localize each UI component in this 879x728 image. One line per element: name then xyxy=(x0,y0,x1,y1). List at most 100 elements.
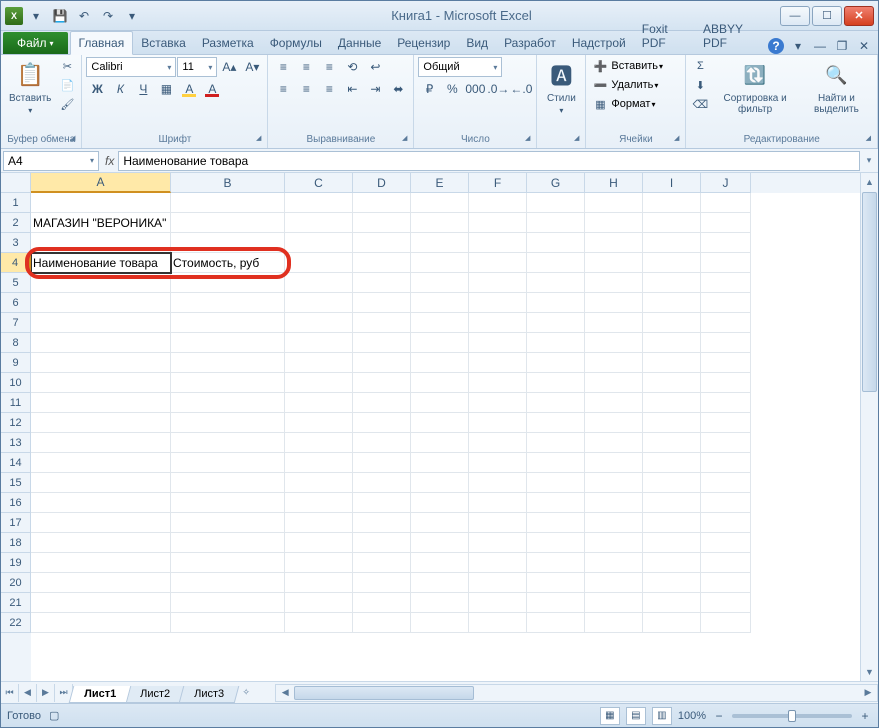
column-header[interactable]: E xyxy=(411,173,469,193)
cell[interactable] xyxy=(411,253,469,273)
cell[interactable] xyxy=(285,533,353,553)
cell[interactable] xyxy=(285,473,353,493)
cell[interactable] xyxy=(171,513,285,533)
cell[interactable]: Наименование товара xyxy=(31,253,171,273)
cell[interactable] xyxy=(701,353,751,373)
cell[interactable] xyxy=(469,233,527,253)
format-painter-icon[interactable]: 🖌 xyxy=(57,95,77,113)
cell[interactable] xyxy=(353,333,411,353)
cell[interactable] xyxy=(285,553,353,573)
undo-icon[interactable]: ↶ xyxy=(73,5,95,27)
formula-expand-icon[interactable]: ▾ xyxy=(860,155,878,166)
cell[interactable] xyxy=(469,473,527,493)
row-header[interactable]: 9 xyxy=(1,353,31,373)
italic-button[interactable]: К xyxy=(109,79,131,99)
cell[interactable] xyxy=(31,353,171,373)
cell[interactable] xyxy=(285,233,353,253)
cell[interactable] xyxy=(353,313,411,333)
cell[interactable] xyxy=(469,573,527,593)
cell[interactable] xyxy=(31,373,171,393)
currency-icon[interactable]: ₽ xyxy=(418,79,440,99)
cell[interactable] xyxy=(285,353,353,373)
cell[interactable] xyxy=(585,433,643,453)
cell[interactable] xyxy=(643,233,701,253)
delete-cells-button[interactable]: ➖Удалить▾ xyxy=(590,76,658,94)
cell[interactable] xyxy=(285,513,353,533)
cell[interactable] xyxy=(171,353,285,373)
cell[interactable] xyxy=(411,473,469,493)
column-header[interactable]: I xyxy=(643,173,701,193)
cell[interactable] xyxy=(411,573,469,593)
cell[interactable] xyxy=(701,493,751,513)
cell[interactable] xyxy=(527,193,585,213)
cell[interactable] xyxy=(31,313,171,333)
bold-button[interactable]: Ж xyxy=(86,79,108,99)
cell[interactable] xyxy=(585,393,643,413)
cell[interactable] xyxy=(585,373,643,393)
cell[interactable] xyxy=(31,193,171,213)
cell[interactable] xyxy=(411,553,469,573)
cell[interactable] xyxy=(527,333,585,353)
cell[interactable] xyxy=(285,493,353,513)
scroll-left-icon[interactable]: ◀ xyxy=(276,687,294,698)
cell[interactable] xyxy=(469,373,527,393)
cell[interactable] xyxy=(285,193,353,213)
cell[interactable] xyxy=(171,193,285,213)
sort-filter-button[interactable]: 🔃 Сортировка и фильтр xyxy=(712,57,797,117)
cell[interactable] xyxy=(527,233,585,253)
cell[interactable] xyxy=(353,273,411,293)
cell[interactable] xyxy=(171,573,285,593)
cell[interactable] xyxy=(469,613,527,633)
cell[interactable] xyxy=(527,493,585,513)
cell[interactable] xyxy=(527,213,585,233)
cell[interactable] xyxy=(643,453,701,473)
cell[interactable] xyxy=(31,453,171,473)
ribbon-tab[interactable]: Вид xyxy=(458,32,496,54)
row-header[interactable]: 7 xyxy=(1,313,31,333)
cell[interactable] xyxy=(469,453,527,473)
cell[interactable] xyxy=(285,573,353,593)
workbook-close-icon[interactable]: ✕ xyxy=(856,38,872,54)
cell[interactable] xyxy=(411,353,469,373)
cell[interactable] xyxy=(353,253,411,273)
cell[interactable] xyxy=(527,433,585,453)
cell[interactable] xyxy=(353,593,411,613)
cell[interactable] xyxy=(353,453,411,473)
cell[interactable] xyxy=(527,253,585,273)
cell[interactable] xyxy=(701,193,751,213)
cell[interactable] xyxy=(527,513,585,533)
cell[interactable] xyxy=(527,613,585,633)
cell[interactable] xyxy=(285,293,353,313)
cell[interactable] xyxy=(643,593,701,613)
cell[interactable] xyxy=(701,273,751,293)
column-header[interactable]: F xyxy=(469,173,527,193)
cell[interactable] xyxy=(527,553,585,573)
cell[interactable] xyxy=(31,593,171,613)
cell[interactable] xyxy=(353,373,411,393)
cell[interactable] xyxy=(171,413,285,433)
column-header[interactable]: A xyxy=(31,173,171,193)
cell[interactable] xyxy=(643,213,701,233)
cell[interactable] xyxy=(469,313,527,333)
cell[interactable] xyxy=(527,413,585,433)
cell[interactable] xyxy=(585,313,643,333)
cell[interactable] xyxy=(527,373,585,393)
cell[interactable] xyxy=(585,193,643,213)
row-header[interactable]: 18 xyxy=(1,533,31,553)
comma-icon[interactable]: 000 xyxy=(464,79,486,99)
cell[interactable] xyxy=(353,513,411,533)
row-header[interactable]: 1 xyxy=(1,193,31,213)
column-header[interactable]: D xyxy=(353,173,411,193)
cell[interactable] xyxy=(411,533,469,553)
page-layout-view-icon[interactable]: ▤ xyxy=(626,707,646,725)
border-icon[interactable]: ▦ xyxy=(155,79,177,99)
cell[interactable] xyxy=(643,393,701,413)
save-icon[interactable]: 💾 xyxy=(49,5,71,27)
row-header[interactable]: 10 xyxy=(1,373,31,393)
cell[interactable] xyxy=(411,453,469,473)
ribbon-tab[interactable]: ABBYY PDF xyxy=(695,18,768,54)
cell[interactable] xyxy=(469,333,527,353)
cell[interactable] xyxy=(585,613,643,633)
cell[interactable] xyxy=(171,533,285,553)
cell[interactable] xyxy=(643,493,701,513)
